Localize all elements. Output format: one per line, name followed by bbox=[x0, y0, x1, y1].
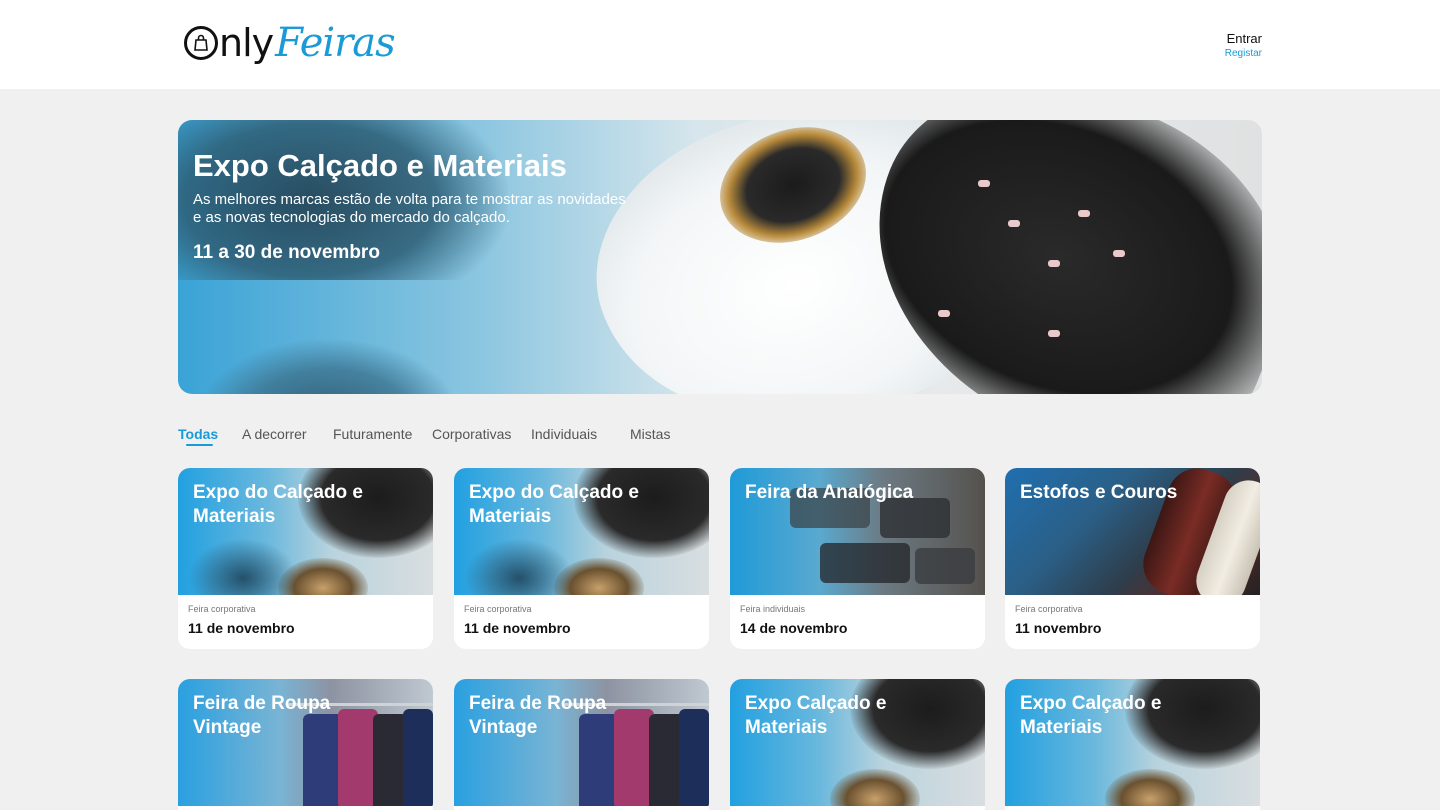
fair-card[interactable]: Expo Calçado e Materiais bbox=[730, 679, 985, 810]
login-link[interactable]: Entrar bbox=[1225, 31, 1262, 47]
hero-image-lace bbox=[1078, 210, 1090, 217]
card-title: Estofos e Couros bbox=[1020, 482, 1178, 503]
active-tab-indicator bbox=[186, 444, 213, 446]
tab-futuramente[interactable]: Futuramente bbox=[333, 424, 412, 444]
tab-todas[interactable]: Todas bbox=[178, 424, 218, 444]
fair-card[interactable]: Expo Calçado e Materiais bbox=[1005, 679, 1260, 810]
card-type: Feira corporativa bbox=[464, 604, 532, 614]
logo-prefix: nly bbox=[219, 21, 274, 65]
card-title: Expo Calçado e Materiais bbox=[1020, 693, 1162, 738]
logo-suffix: Feiras bbox=[275, 20, 396, 66]
fair-card[interactable]: Estofos e Couros Feira corporativa 11 no… bbox=[1005, 468, 1260, 649]
hero-image-lace bbox=[1048, 260, 1060, 267]
card-title: Feira de Roupa Vintage bbox=[193, 693, 331, 738]
fair-card[interactable]: Feira de Roupa Vintage bbox=[178, 679, 433, 810]
tab-corporativas[interactable]: Corporativas bbox=[432, 424, 511, 444]
tab-individuais[interactable]: Individuais bbox=[531, 424, 597, 444]
fair-card[interactable]: Expo do Calçado e Materiais Feira corpor… bbox=[178, 468, 433, 649]
register-link[interactable]: Registar bbox=[1225, 47, 1262, 60]
hero-image-lace bbox=[938, 310, 950, 317]
hero-banner[interactable]: Expo Calçado e Materiais As melhores mar… bbox=[178, 120, 1262, 394]
fair-card[interactable]: Feira da Analógica Feira individuais 14 … bbox=[730, 468, 985, 649]
card-title: Feira de Roupa Vintage bbox=[469, 693, 607, 738]
hero-image-lace bbox=[1113, 250, 1125, 257]
card-date: 11 de novembro bbox=[188, 620, 295, 636]
card-title: Feira da Analógica bbox=[745, 482, 914, 503]
card-date: 14 de novembro bbox=[740, 620, 848, 636]
hero-image-lace bbox=[1008, 220, 1020, 227]
fair-card[interactable]: Expo do Calçado e Materiais Feira corpor… bbox=[454, 468, 709, 649]
card-type: Feira corporativa bbox=[1015, 604, 1083, 614]
shopping-bag-icon bbox=[184, 26, 218, 60]
hero-image-lace bbox=[978, 180, 990, 187]
hero-description: As melhores marcas estão de volta para t… bbox=[193, 191, 626, 226]
auth-links: Entrar Registar bbox=[1225, 31, 1262, 60]
tab-mistas[interactable]: Mistas bbox=[630, 424, 670, 444]
hero-date: 11 a 30 de novembro bbox=[193, 242, 380, 263]
card-title: Expo Calçado e Materiais bbox=[745, 693, 887, 738]
hero-image-shoe bbox=[198, 340, 458, 394]
card-date: 11 de novembro bbox=[464, 620, 571, 636]
card-title: Expo do Calçado e Materiais bbox=[469, 482, 639, 527]
hero-image-lace bbox=[1048, 330, 1060, 337]
tab-a-decorrer[interactable]: A decorrer bbox=[242, 424, 307, 444]
logo-only-text: nly bbox=[184, 21, 274, 65]
card-type: Feira corporativa bbox=[188, 604, 256, 614]
hero-title: Expo Calçado e Materiais bbox=[193, 148, 567, 183]
card-title: Expo do Calçado e Materiais bbox=[193, 482, 363, 527]
card-date: 11 novembro bbox=[1015, 620, 1102, 636]
onlyfeiras-logo[interactable]: nly Feiras bbox=[184, 18, 396, 68]
card-type: Feira individuais bbox=[740, 604, 806, 614]
top-bar: nly Feiras Entrar Registar bbox=[0, 0, 1440, 89]
fair-card[interactable]: Feira de Roupa Vintage bbox=[454, 679, 709, 810]
